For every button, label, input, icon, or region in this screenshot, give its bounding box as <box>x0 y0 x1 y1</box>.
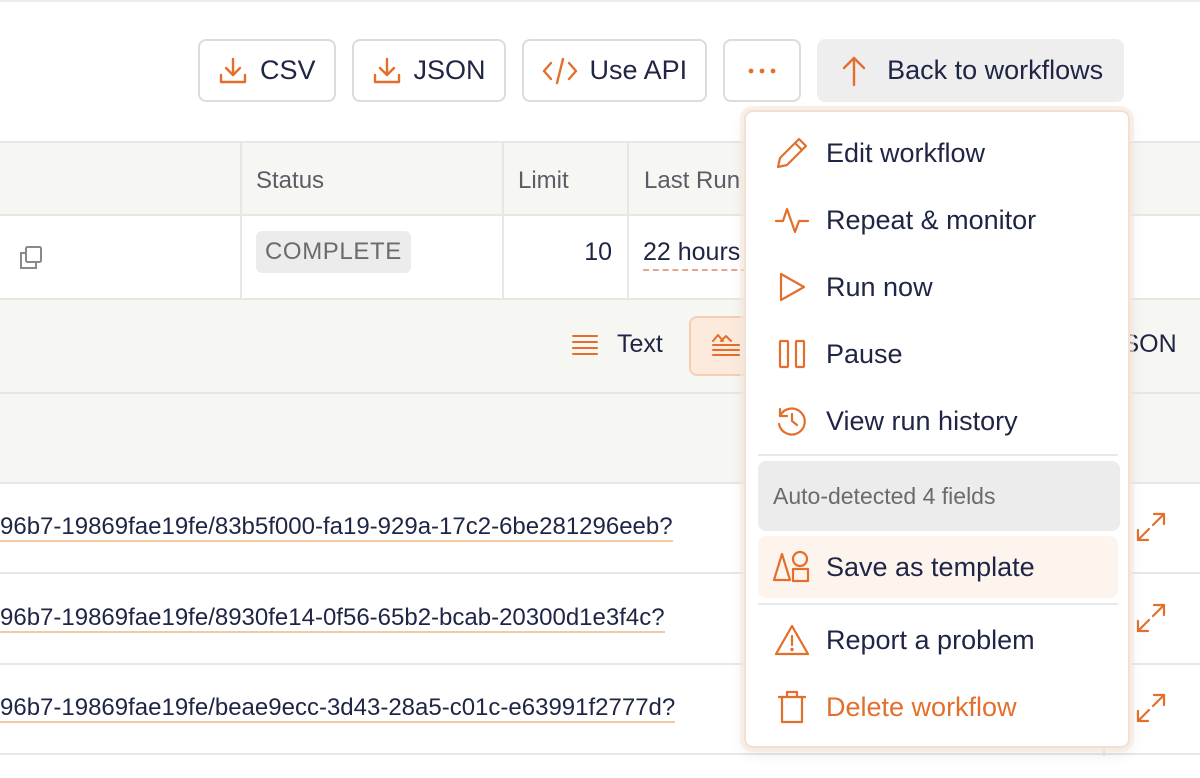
menu-item-pause[interactable]: Pause <box>758 323 1118 385</box>
column-divider <box>240 141 242 300</box>
expand-icon[interactable] <box>1135 692 1167 724</box>
expand-icon[interactable] <box>1135 511 1167 543</box>
more-options-button[interactable] <box>723 39 802 102</box>
menu-item-label: Edit workflow <box>826 137 986 168</box>
top-border <box>0 0 1200 2</box>
view-text-label: Text <box>617 330 663 358</box>
limit-value: 10 <box>584 238 612 266</box>
result-url-link[interactable]: 96b7-19869fae19fe/8930fe14-0f56-65b2-bca… <box>0 605 665 633</box>
view-text-button[interactable]: Text <box>571 330 663 359</box>
menu-item-label: Pause <box>826 338 903 369</box>
column-header-status[interactable]: Status <box>256 167 324 195</box>
back-label: Back to workflows <box>887 55 1104 85</box>
menu-divider <box>758 454 1118 456</box>
use-api-button[interactable]: Use API <box>521 39 708 102</box>
menu-item-label: Delete workflow <box>826 691 1017 722</box>
use-api-label: Use API <box>589 55 688 85</box>
pencil-icon <box>776 137 808 169</box>
last-run-value[interactable]: 22 hours ago <box>643 238 747 271</box>
column-divider <box>502 141 504 300</box>
menu-item-view-run-history[interactable]: View run history <box>758 390 1118 452</box>
menu-item-repeat-monitor[interactable]: Repeat & monitor <box>758 189 1118 251</box>
auto-detected-fields-label: Auto-detected 4 fields <box>758 461 1120 531</box>
menu-item-edit-workflow[interactable]: Edit workflow <box>758 122 1118 184</box>
menu-item-label: Repeat & monitor <box>826 204 1037 235</box>
menu-item-delete-workflow[interactable]: Delete workflow <box>758 676 1118 738</box>
expand-icon[interactable] <box>1135 602 1167 634</box>
column-divider <box>627 141 629 300</box>
menu-item-label: Run now <box>826 271 933 302</box>
history-icon <box>777 407 806 436</box>
toolbar: CSV JSON Use API Back to workflows <box>198 39 1125 102</box>
menu-item-label: Report a problem <box>826 624 1035 655</box>
code-icon <box>542 57 577 84</box>
copy-icon[interactable] <box>18 245 44 271</box>
download-icon <box>373 57 400 83</box>
ellipsis-icon <box>748 68 776 73</box>
warning-icon <box>774 624 810 656</box>
menu-divider <box>758 603 1118 605</box>
play-icon <box>779 272 806 302</box>
menu-item-label: Save as template <box>826 551 1035 582</box>
result-url-link[interactable]: 96b7-19869fae19fe/beae9ecc-3d43-28a5-c01… <box>0 695 676 723</box>
menu-item-report-problem[interactable]: Report a problem <box>758 609 1118 671</box>
json-label: JSON <box>413 55 486 85</box>
arrow-up-icon <box>842 56 866 86</box>
table-view-icon <box>712 334 740 356</box>
pause-icon <box>778 339 806 369</box>
column-header-last-run[interactable]: Last Run <box>644 167 744 195</box>
shapes-icon <box>773 550 810 583</box>
menu-item-label: View run history <box>826 405 1018 436</box>
pulse-icon <box>774 207 810 234</box>
menu-item-run-now[interactable]: Run now <box>758 256 1118 318</box>
more-options-menu: Edit workflow Repeat & monitor Run now P… <box>744 110 1130 748</box>
back-to-workflows-button[interactable]: Back to workflows <box>817 39 1125 102</box>
result-url-link[interactable]: 96b7-19869fae19fe/83b5f000-fa19-929a-17c… <box>0 514 673 542</box>
download-icon <box>219 57 247 83</box>
column-header-limit[interactable]: Limit <box>518 167 569 195</box>
csv-label: CSV <box>260 55 316 85</box>
trash-icon <box>777 690 807 724</box>
text-lines-icon <box>572 334 598 355</box>
menu-item-save-as-template[interactable]: Save as template <box>758 536 1118 598</box>
download-json-button[interactable]: JSON <box>351 39 506 102</box>
download-csv-button[interactable]: CSV <box>198 39 336 102</box>
status-badge: COMPLETE <box>256 231 411 273</box>
